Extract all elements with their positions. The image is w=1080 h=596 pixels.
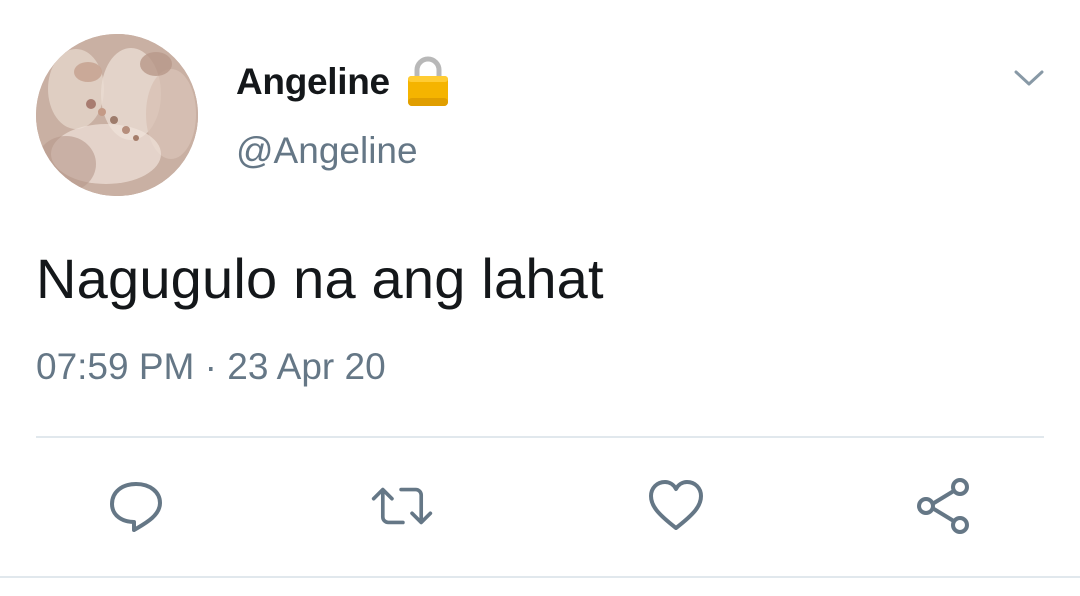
like-button[interactable] <box>644 474 708 538</box>
share-icon <box>917 478 969 534</box>
divider <box>36 436 1044 438</box>
tweet-card: Angeline @Angeline Nagugulo na ang lahat… <box>0 0 1080 596</box>
reply-icon <box>110 482 162 532</box>
user-name-row: Angeline <box>236 54 450 110</box>
reply-button[interactable] <box>104 474 168 538</box>
tweet-time: 07:59 PM <box>36 346 195 387</box>
heart-icon <box>649 480 703 530</box>
chevron-down-icon[interactable] <box>1008 64 1050 92</box>
timestamp-separator: · <box>204 346 217 387</box>
bottom-divider <box>0 576 1080 578</box>
tweet-text: Nagugulo na ang lahat <box>36 247 604 310</box>
retweet-button[interactable] <box>370 474 434 538</box>
user-handle[interactable]: @Angeline <box>236 130 418 172</box>
avatar[interactable] <box>36 34 198 196</box>
tweet-timestamp[interactable]: 07:59 PM · 23 Apr 20 <box>36 346 386 388</box>
lock-icon <box>406 56 450 108</box>
retweet-icon <box>371 487 433 525</box>
tweet-date: 23 Apr 20 <box>227 346 386 387</box>
avatar-image <box>36 34 198 196</box>
share-button[interactable] <box>912 474 976 538</box>
display-name[interactable]: Angeline <box>236 61 390 103</box>
